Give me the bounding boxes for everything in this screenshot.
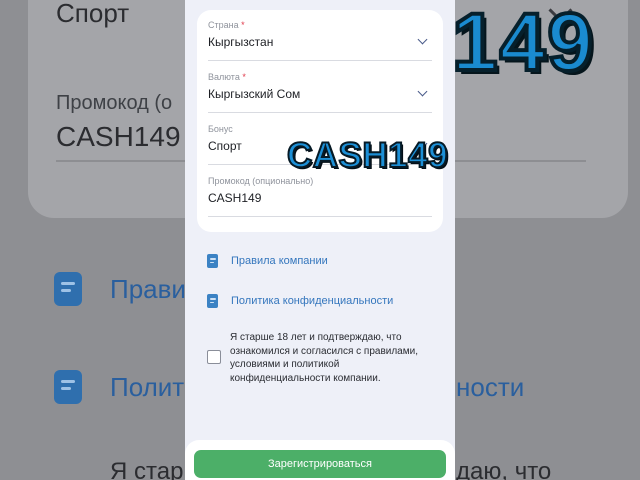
background-promo-label: Промокод (о (56, 92, 173, 114)
overlay-promo-code: CASH149 (286, 136, 449, 175)
document-icon (207, 254, 218, 268)
currency-label: Валюта * (208, 72, 246, 82)
promo-code-input[interactable]: Промокод (опционально) CASH149 (208, 176, 432, 217)
overlay-big-digits: 149 (450, 0, 595, 88)
registration-form-card: Страна * Кыргызстан Валюта * Кыргызский … (197, 10, 443, 232)
privacy-policy-link[interactable]: Политика конфиденциальности (207, 292, 393, 310)
promo-code-label: Промокод (опционально) (208, 176, 314, 186)
promo-code-value[interactable]: CASH149 (208, 191, 261, 205)
age-agreement-text: Я старше 18 лет и подтверждаю, что ознак… (230, 332, 418, 384)
background-age-text: Я стар (110, 458, 184, 480)
document-icon (207, 294, 218, 308)
currency-value: Кыргызский Сом (208, 87, 301, 101)
background-privacy-link: Полит (110, 372, 185, 402)
rules-link[interactable]: Правила компании (207, 252, 328, 270)
currency-select[interactable]: Валюта * Кыргызский Сом (208, 72, 432, 113)
required-mark: * (242, 72, 246, 82)
bonus-label: Бонус (208, 124, 233, 134)
privacy-policy-link-label[interactable]: Политика конфиденциальности (231, 295, 393, 307)
background-bonus-value: Спорт (56, 0, 130, 28)
bonus-value: Спорт (208, 139, 242, 153)
rules-link-label[interactable]: Правила компании (231, 255, 328, 267)
background-document-icon (54, 370, 82, 404)
country-value: Кыргызстан (208, 35, 274, 49)
background-privacy-link-tail: ности (456, 372, 525, 402)
register-button[interactable]: Зарегистрироваться (194, 450, 446, 478)
required-mark: * (241, 20, 245, 30)
country-label: Страна * (208, 20, 245, 30)
background-rules-link: Прави (110, 274, 186, 304)
chevron-down-icon[interactable] (417, 34, 428, 45)
country-select[interactable]: Страна * Кыргызстан (208, 20, 432, 61)
phone-screen: Страна * Кыргызстан Валюта * Кыргызский … (185, 0, 455, 480)
bottom-action-bar: Зарегистрироваться (185, 440, 455, 480)
chevron-down-icon[interactable] (417, 86, 428, 97)
background-document-icon (54, 272, 82, 306)
age-agreement-checkbox[interactable] (207, 350, 221, 364)
background-age-text-tail: даю, что (456, 458, 552, 480)
background-promo-value: CASH149 (56, 121, 181, 152)
